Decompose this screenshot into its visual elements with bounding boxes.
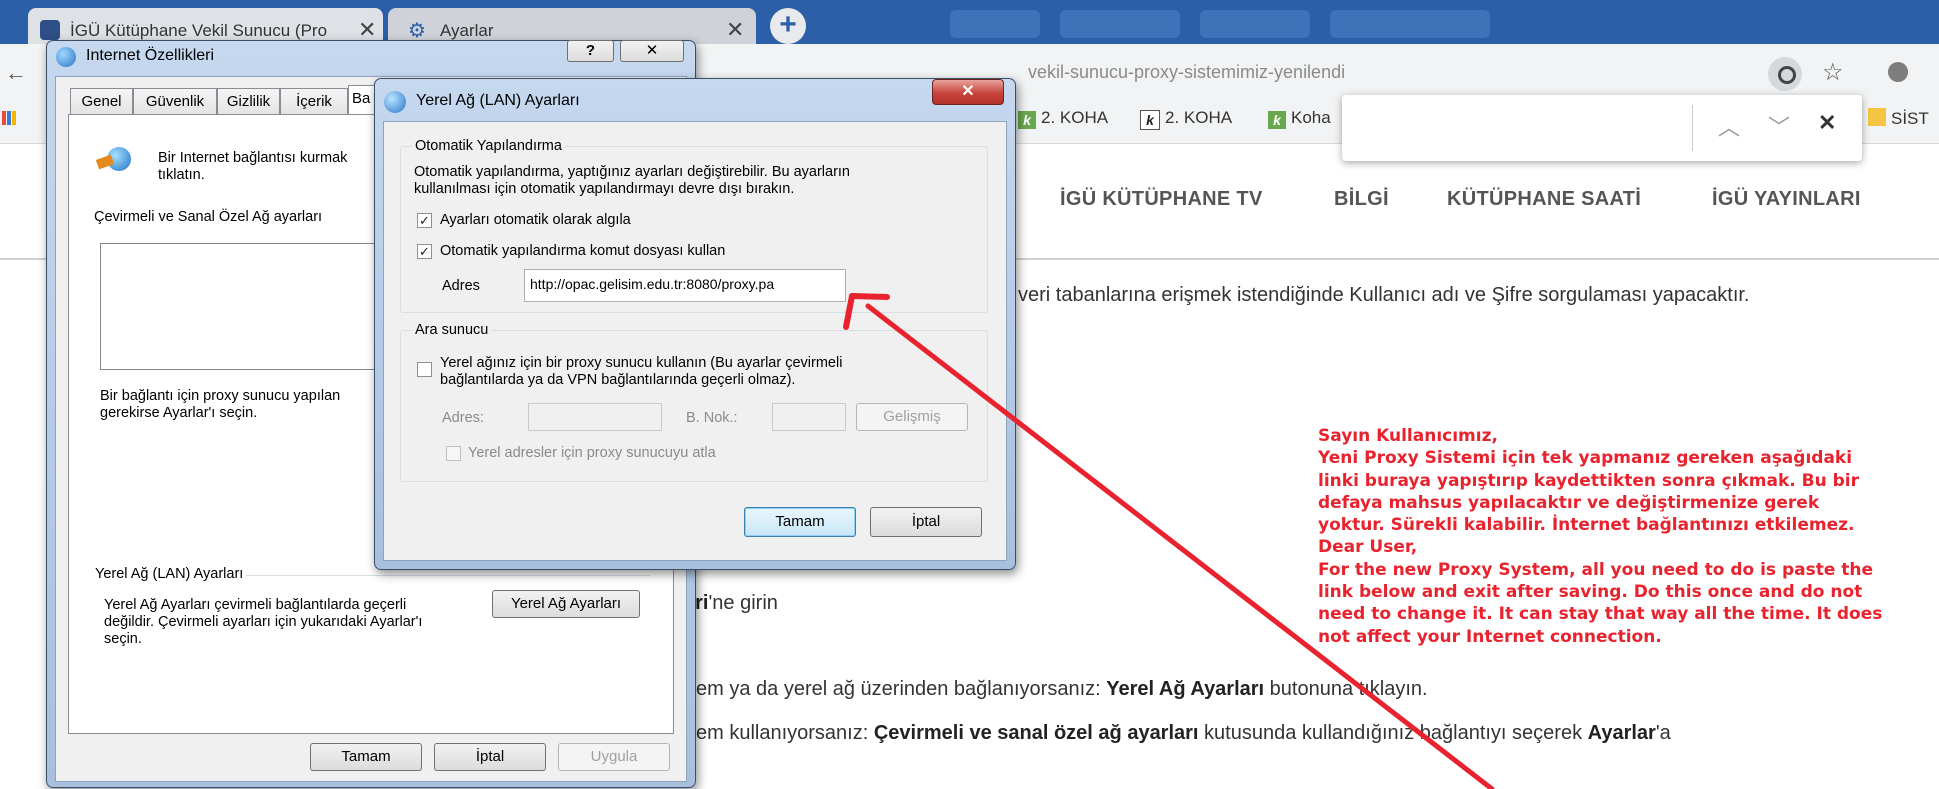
red-annotation-arrow bbox=[843, 293, 1495, 789]
arrow-shaft bbox=[865, 303, 1495, 789]
arrow-head bbox=[843, 293, 890, 330]
